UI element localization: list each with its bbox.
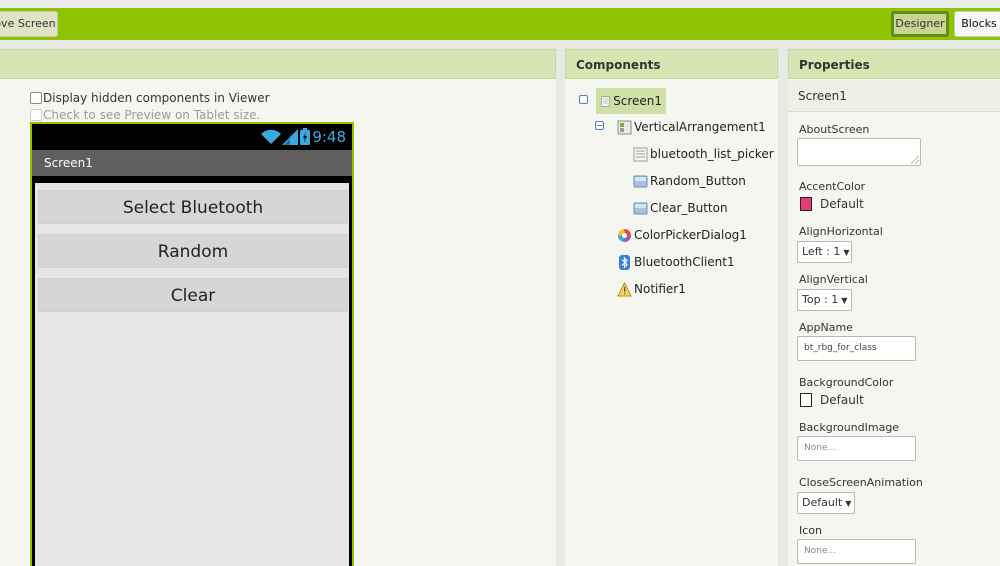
wifi-icon xyxy=(261,129,281,144)
select-bluetooth-button[interactable]: Select Bluetooth xyxy=(38,190,348,224)
designer-toolbar: ove Screen Designer Blocks xyxy=(0,8,1000,40)
app-name-input[interactable]: bt_rbg_for_class xyxy=(797,336,916,361)
bluetooth-icon xyxy=(619,254,630,270)
properties-header: Properties xyxy=(788,49,1000,79)
display-hidden-option: Display hidden components in Viewer xyxy=(30,91,270,105)
viewer-header xyxy=(0,49,556,79)
components-divider[interactable] xyxy=(778,49,788,566)
background-color-picker[interactable]: Default xyxy=(800,393,864,407)
tree-item-label: bluetooth_list_picker xyxy=(650,147,774,161)
close-screen-animation-label: CloseScreenAnimation xyxy=(799,476,923,489)
accent-color-value: Default xyxy=(820,197,864,211)
tree-item-label: ColorPickerDialog1 xyxy=(634,228,747,242)
designer-button[interactable]: Designer xyxy=(891,11,949,37)
align-vertical-label: AlignVertical xyxy=(799,273,868,286)
tree-item-notifier[interactable]: Notifier1 xyxy=(617,280,686,298)
tree-item-clear-button[interactable]: Clear_Button xyxy=(633,199,728,217)
align-vertical-select[interactable]: Top : 1 ▼ xyxy=(797,289,852,311)
about-screen-label: AboutScreen xyxy=(799,123,870,136)
accent-color-swatch xyxy=(800,197,812,211)
vertical-arrangement-icon xyxy=(617,120,632,134)
tree-item-vertical-arrangement[interactable]: VerticalArrangement1 xyxy=(617,118,766,136)
battery-icon xyxy=(300,128,310,145)
random-button[interactable]: Random xyxy=(38,234,348,268)
phone-clock: 9:48 xyxy=(312,128,346,146)
button-icon xyxy=(633,202,648,214)
about-screen-textarea[interactable] xyxy=(797,138,921,166)
background-image-label: BackgroundImage xyxy=(799,421,900,434)
close-screen-animation-value: Default xyxy=(802,496,843,509)
top-strip xyxy=(0,0,1000,8)
icon-label: Icon xyxy=(799,524,822,537)
background-color-label: BackgroundColor xyxy=(799,376,894,389)
collapse-arrangement-toggle[interactable] xyxy=(595,121,604,130)
phone-screen-body: Select Bluetooth Random Clear xyxy=(33,181,351,566)
tree-item-random-button[interactable]: Random_Button xyxy=(633,172,746,190)
display-hidden-checkbox[interactable] xyxy=(30,92,42,104)
properties-selected-component: Screen1 xyxy=(788,80,1000,112)
warning-icon xyxy=(617,281,632,296)
display-hidden-label: Display hidden components in Viewer xyxy=(43,91,270,105)
tree-item-screen1[interactable]: Screen1 xyxy=(596,88,666,114)
accent-color-label: AccentColor xyxy=(799,180,866,193)
signal-icon xyxy=(282,129,298,145)
tree-item-bluetooth-client[interactable]: BluetoothClient1 xyxy=(617,253,735,271)
resize-grip-icon[interactable] xyxy=(911,156,919,164)
remove-screen-button[interactable]: ove Screen xyxy=(0,11,58,37)
chevron-down-icon: ▼ xyxy=(845,499,852,508)
tree-item-label: BluetoothClient1 xyxy=(634,255,735,269)
blocks-button[interactable]: Blocks xyxy=(954,11,1000,37)
tablet-preview-option: Check to see Preview on Tablet size. xyxy=(30,108,260,122)
viewer-divider[interactable] xyxy=(556,49,564,566)
align-horizontal-select[interactable]: Left : 1 ▼ xyxy=(797,241,852,263)
tablet-preview-label: Check to see Preview on Tablet size. xyxy=(43,108,261,122)
tree-item-label: Notifier1 xyxy=(634,282,686,296)
screen-icon xyxy=(601,95,610,107)
phone-preview: 9:48 Screen1 Select Bluetooth Random Cle… xyxy=(30,122,354,566)
align-vertical-value: Top : 1 xyxy=(802,293,839,306)
tree-item-label: Clear_Button xyxy=(650,201,728,215)
list-picker-icon xyxy=(633,147,648,161)
background-color-value: Default xyxy=(820,393,864,407)
components-header: Components xyxy=(565,49,778,79)
phone-status-bar: 9:48 xyxy=(32,124,352,150)
tree-item-label: VerticalArrangement1 xyxy=(634,120,766,134)
chevron-down-icon: ▼ xyxy=(841,296,848,305)
collapse-screen-toggle[interactable]: ⊟ xyxy=(579,95,588,104)
button-icon xyxy=(633,175,648,187)
align-horizontal-label: AlignHorizontal xyxy=(799,225,883,238)
color-wheel-icon xyxy=(618,228,631,242)
tree-item-bluetooth-list-picker[interactable]: bluetooth_list_picker xyxy=(633,145,774,163)
background-image-input[interactable]: None... xyxy=(797,436,916,461)
accent-color-picker[interactable]: Default xyxy=(800,197,864,211)
close-screen-animation-select[interactable]: Default ▼ xyxy=(797,492,855,514)
align-horizontal-value: Left : 1 xyxy=(802,245,841,258)
phone-title-bar: Screen1 xyxy=(32,150,352,176)
tree-item-label: Screen1 xyxy=(613,94,662,108)
tree-item-label: Random_Button xyxy=(650,174,746,188)
tree-item-color-picker-dialog[interactable]: ColorPickerDialog1 xyxy=(617,226,747,244)
tablet-preview-checkbox[interactable] xyxy=(30,109,42,121)
app-name-label: AppName xyxy=(799,321,853,334)
icon-input[interactable]: None... xyxy=(797,539,916,564)
chevron-down-icon: ▼ xyxy=(843,248,850,257)
clear-button[interactable]: Clear xyxy=(38,278,348,312)
background-color-swatch xyxy=(800,393,812,407)
